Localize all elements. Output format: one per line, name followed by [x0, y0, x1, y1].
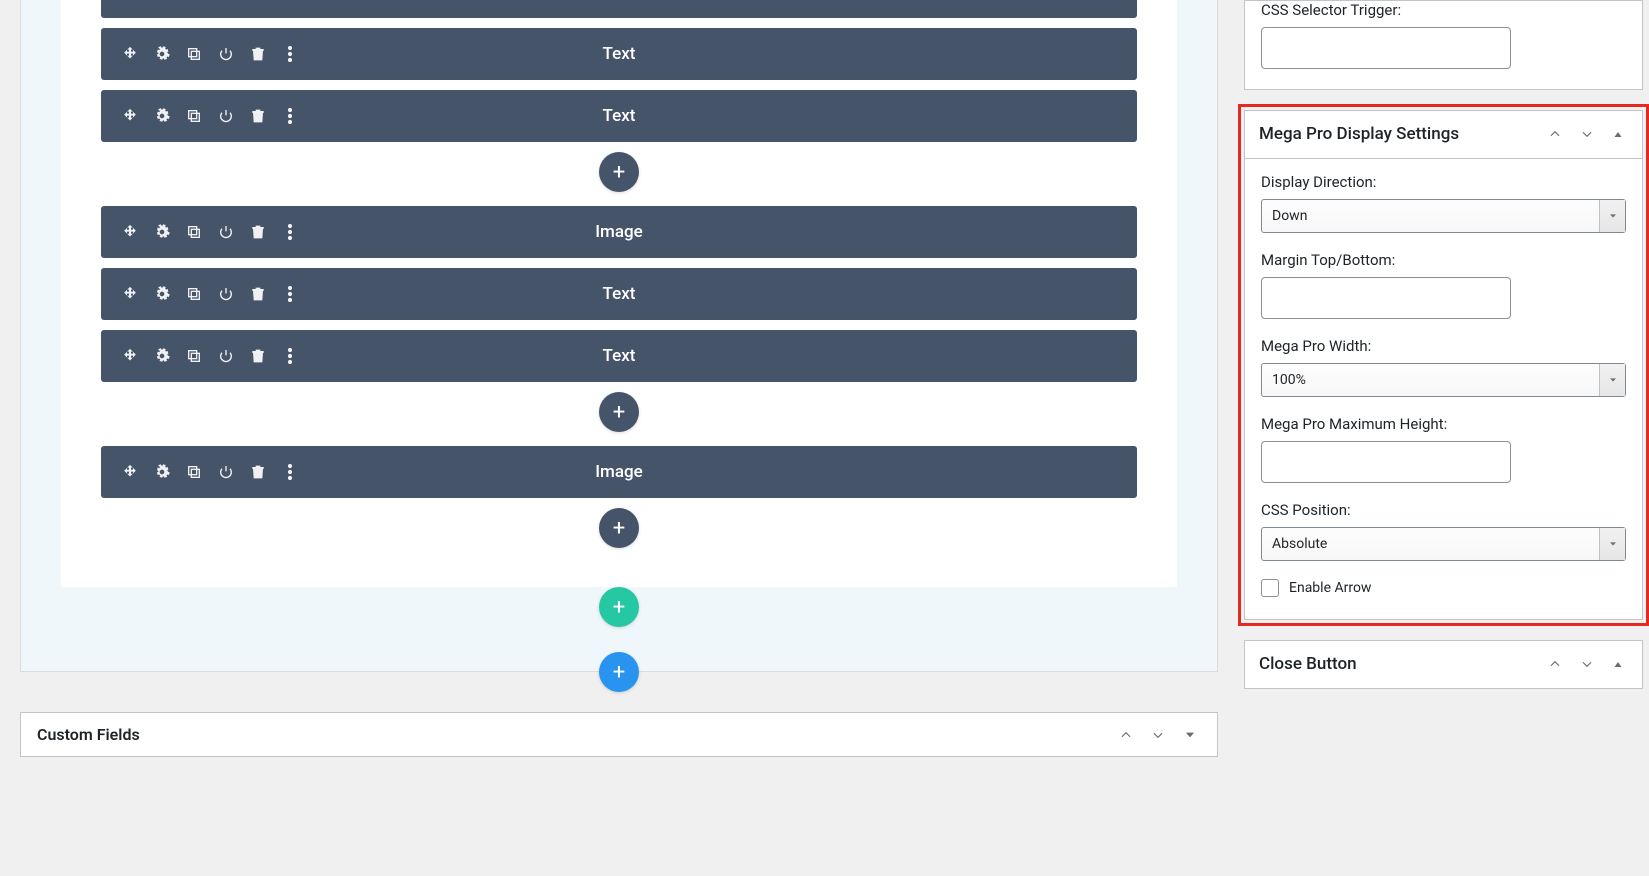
close-button-panel: Close Button [1244, 640, 1643, 689]
css-position-select[interactable]: Absolute [1261, 527, 1626, 561]
block-row[interactable]: Text [101, 330, 1137, 382]
move-icon[interactable] [121, 107, 139, 125]
move-icon[interactable] [121, 45, 139, 63]
more-icon[interactable] [281, 347, 299, 365]
panel-toggle-button[interactable] [1608, 656, 1628, 672]
more-icon[interactable] [281, 45, 299, 63]
panel-move-down-button[interactable] [1147, 726, 1169, 744]
block-row[interactable]: Image [101, 206, 1137, 258]
block-row[interactable]: Text [101, 268, 1137, 320]
power-icon[interactable] [217, 285, 235, 303]
panel-toggle-button[interactable] [1179, 726, 1201, 744]
move-icon[interactable] [121, 223, 139, 241]
add-module-button[interactable]: + [599, 508, 639, 548]
trash-icon[interactable] [249, 347, 267, 365]
mega-pro-max-height-label: Mega Pro Maximum Height: [1261, 415, 1626, 433]
power-icon[interactable] [217, 107, 235, 125]
panel-move-up-button[interactable] [1544, 125, 1566, 143]
copy-icon[interactable] [185, 347, 203, 365]
display-direction-label: Display Direction: [1261, 173, 1626, 191]
panel-toggle-button[interactable] [1608, 126, 1628, 142]
more-icon[interactable] [281, 107, 299, 125]
block-row[interactable]: Image [101, 446, 1137, 498]
add-section-button[interactable]: + [599, 652, 639, 692]
power-icon[interactable] [217, 45, 235, 63]
plus-icon: + [613, 400, 625, 425]
mega-pro-width-select[interactable]: 100% [1261, 363, 1626, 397]
panel-move-up-button[interactable] [1115, 726, 1137, 744]
custom-fields-title: Custom Fields [37, 725, 140, 744]
trash-icon[interactable] [249, 223, 267, 241]
mega-pro-max-height-input[interactable] [1261, 441, 1511, 483]
more-icon[interactable] [281, 463, 299, 481]
custom-fields-panel: Custom Fields [20, 712, 1218, 757]
copy-icon[interactable] [185, 285, 203, 303]
close-button-title: Close Button [1259, 653, 1357, 676]
css-trigger-label: CSS Selector Trigger: [1261, 1, 1626, 19]
power-icon[interactable] [217, 463, 235, 481]
plus-icon: + [613, 660, 625, 685]
block-row[interactable] [101, 0, 1137, 18]
css-trigger-input[interactable] [1261, 27, 1511, 69]
builder-outer: Text Text + [20, 0, 1218, 672]
block-row[interactable]: Text [101, 28, 1137, 80]
mega-pro-width-label: Mega Pro Width: [1261, 337, 1626, 355]
css-position-label: CSS Position: [1261, 501, 1626, 519]
margin-top-bottom-input[interactable] [1261, 277, 1511, 319]
add-module-button[interactable]: + [599, 392, 639, 432]
copy-icon[interactable] [185, 223, 203, 241]
panel-move-down-button[interactable] [1576, 655, 1598, 673]
enable-arrow-label: Enable Arrow [1289, 580, 1371, 596]
panel-move-up-button[interactable] [1544, 655, 1566, 673]
gear-icon[interactable] [153, 107, 171, 125]
move-icon[interactable] [121, 347, 139, 365]
more-icon[interactable] [281, 285, 299, 303]
display-direction-select[interactable]: Down [1261, 199, 1626, 233]
enable-arrow-checkbox[interactable] [1261, 579, 1279, 597]
mega-pro-width-value: 100% [1272, 372, 1306, 388]
mega-display-settings-panel: Mega Pro Display Settings Display Direct… [1244, 110, 1643, 620]
plus-icon: + [613, 595, 625, 620]
plus-icon: + [613, 516, 625, 541]
builder-canvas: Text Text + [61, 0, 1177, 587]
css-position-value: Absolute [1272, 536, 1327, 552]
panel-move-down-button[interactable] [1576, 125, 1598, 143]
power-icon[interactable] [217, 223, 235, 241]
chevron-down-icon [1599, 528, 1625, 560]
trash-icon[interactable] [249, 463, 267, 481]
trash-icon[interactable] [249, 285, 267, 303]
move-icon[interactable] [121, 463, 139, 481]
chevron-down-icon [1599, 364, 1625, 396]
trash-icon[interactable] [249, 45, 267, 63]
mega-display-title: Mega Pro Display Settings [1259, 123, 1459, 146]
copy-icon[interactable] [185, 107, 203, 125]
gear-icon[interactable] [153, 285, 171, 303]
power-icon[interactable] [217, 347, 235, 365]
display-direction-value: Down [1272, 208, 1307, 224]
gear-icon[interactable] [153, 223, 171, 241]
chevron-down-icon [1599, 200, 1625, 232]
gear-icon[interactable] [153, 347, 171, 365]
more-icon[interactable] [281, 223, 299, 241]
copy-icon[interactable] [185, 45, 203, 63]
add-row-button[interactable]: + [599, 587, 639, 627]
margin-top-bottom-label: Margin Top/Bottom: [1261, 251, 1626, 269]
move-icon[interactable] [121, 285, 139, 303]
trash-icon[interactable] [249, 107, 267, 125]
block-row[interactable]: Text [101, 90, 1137, 142]
gear-icon[interactable] [153, 45, 171, 63]
add-module-button[interactable]: + [599, 152, 639, 192]
plus-icon: + [613, 160, 625, 185]
copy-icon[interactable] [185, 463, 203, 481]
gear-icon[interactable] [153, 463, 171, 481]
css-trigger-panel: CSS Selector Trigger: [1244, 0, 1643, 90]
